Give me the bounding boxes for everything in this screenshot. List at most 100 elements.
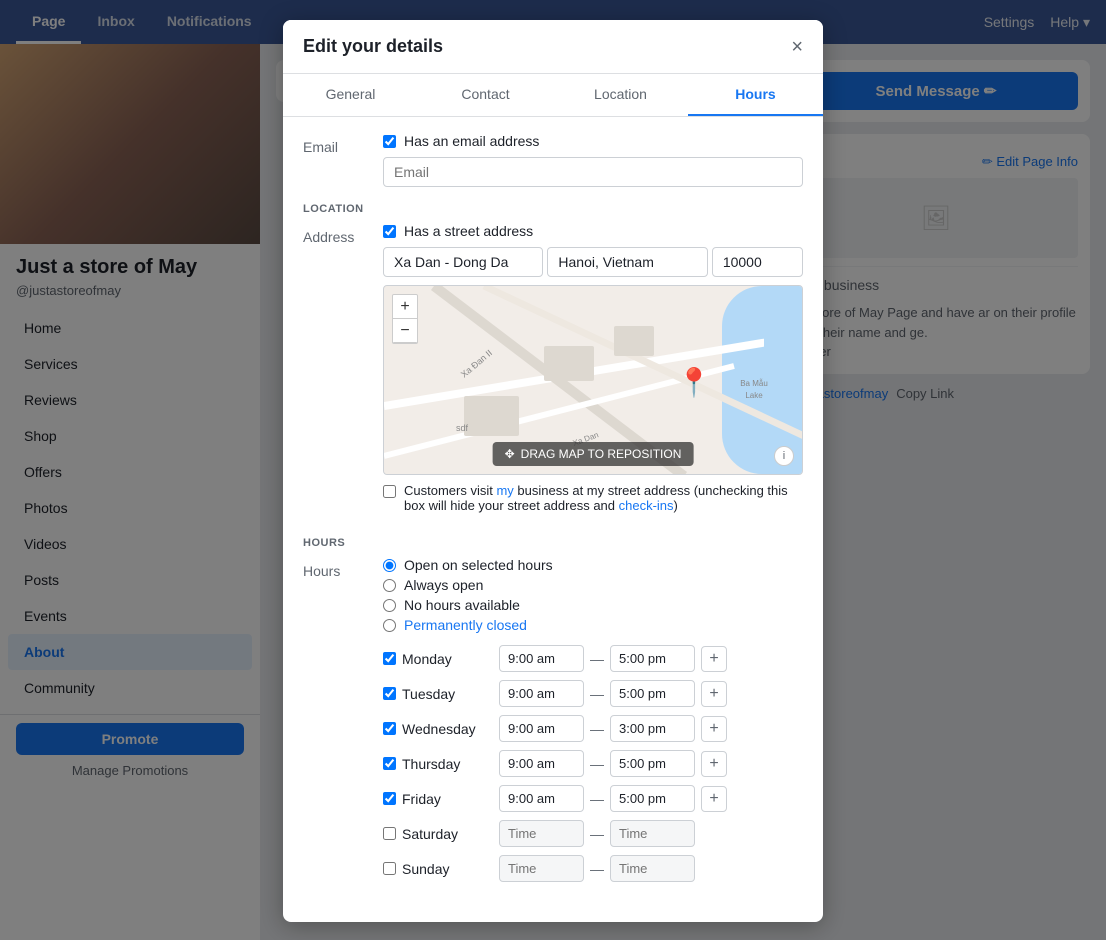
tuesday-open-time[interactable]	[499, 680, 584, 707]
friday-close-time[interactable]	[610, 785, 695, 812]
monday-check: Monday	[383, 651, 493, 667]
friday-check: Friday	[383, 791, 493, 807]
hours-row: Hours Open on selected hours Always open	[303, 557, 803, 890]
wednesday-label[interactable]: Wednesday	[402, 721, 476, 737]
wednesday-check: Wednesday	[383, 721, 493, 737]
option-no-hours: No hours available	[383, 597, 803, 613]
wednesday-open-time[interactable]	[499, 715, 584, 742]
modal-tabs: General Contact Location Hours	[283, 74, 823, 117]
label-perm-closed[interactable]: Permanently closed	[404, 617, 527, 633]
option-perm-closed: Permanently closed	[383, 617, 803, 633]
day-row-sunday: Sunday —	[383, 855, 803, 882]
customers-visit-checkbox[interactable]	[383, 485, 396, 498]
sunday-close-time[interactable]	[610, 855, 695, 882]
day-row-friday: Friday — +	[383, 785, 803, 812]
drag-map-label: ✥ DRAG MAP TO REPOSITION	[493, 442, 694, 466]
map-pin[interactable]: 📍	[677, 366, 712, 399]
modal-body: Email Has an email address LOCATION Addr…	[283, 117, 823, 922]
wednesday-checkbox[interactable]	[383, 722, 396, 735]
tuesday-checkbox[interactable]	[383, 687, 396, 700]
saturday-close-time[interactable]	[610, 820, 695, 847]
day-row-tuesday: Tuesday — +	[383, 680, 803, 707]
modal-title: Edit your details	[303, 36, 443, 57]
monday-open-time[interactable]	[499, 645, 584, 672]
thursday-check: Thursday	[383, 756, 493, 772]
tuesday-add-button[interactable]: +	[701, 681, 727, 707]
wednesday-add-button[interactable]: +	[701, 716, 727, 742]
has-email-label[interactable]: Has an email address	[404, 133, 539, 149]
day-row-thursday: Thursday — +	[383, 750, 803, 777]
map-info-button[interactable]: i	[774, 446, 794, 466]
label-no-hours[interactable]: No hours available	[404, 597, 520, 613]
modal-header: Edit your details ×	[283, 20, 823, 74]
email-input[interactable]	[383, 157, 803, 187]
wednesday-close-time[interactable]	[610, 715, 695, 742]
sunday-checkbox[interactable]	[383, 862, 396, 875]
sunday-open-time[interactable]	[499, 855, 584, 882]
saturday-label[interactable]: Saturday	[402, 826, 458, 842]
tuesday-close-time[interactable]	[610, 680, 695, 707]
radio-perm-closed[interactable]	[383, 619, 396, 632]
edit-details-modal: Edit your details × General Contact Loca…	[283, 20, 823, 922]
sunday-label[interactable]: Sunday	[402, 861, 449, 877]
map-zoom-in-button[interactable]: +	[393, 295, 417, 319]
has-address-checkbox[interactable]	[383, 225, 396, 238]
tab-general[interactable]: General	[283, 74, 418, 116]
tuesday-label[interactable]: Tuesday	[402, 686, 455, 702]
customers-visit-label[interactable]: Customers visit my business at my street…	[404, 483, 803, 513]
modal-close-button[interactable]: ×	[791, 37, 803, 57]
thursday-close-time[interactable]	[610, 750, 695, 777]
address-field-container: Has a street address	[383, 223, 803, 521]
label-always-open[interactable]: Always open	[404, 577, 483, 593]
check-ins-link[interactable]: check-ins	[619, 498, 674, 513]
friday-open-time[interactable]	[499, 785, 584, 812]
friday-checkbox[interactable]	[383, 792, 396, 805]
friday-dash: —	[590, 791, 604, 807]
address-zip-input[interactable]	[712, 247, 803, 277]
map-zoom-out-button[interactable]: −	[393, 319, 417, 343]
map-container[interactable]: Xa Đan II Xa Dan sdf Ba Mẫu Lake Ghế mas…	[383, 285, 803, 475]
radio-no-hours[interactable]	[383, 599, 396, 612]
thursday-open-time[interactable]	[499, 750, 584, 777]
address-fields	[383, 247, 803, 277]
email-row: Email Has an email address	[303, 133, 803, 187]
monday-add-button[interactable]: +	[701, 646, 727, 672]
has-email-checkbox[interactable]	[383, 135, 396, 148]
drag-icon: ✥	[505, 447, 515, 461]
radio-open-selected[interactable]	[383, 559, 396, 572]
friday-label[interactable]: Friday	[402, 791, 441, 807]
tab-hours[interactable]: Hours	[688, 74, 823, 116]
thursday-label[interactable]: Thursday	[402, 756, 460, 772]
tuesday-check: Tuesday	[383, 686, 493, 702]
monday-label[interactable]: Monday	[402, 651, 452, 667]
label-open-selected[interactable]: Open on selected hours	[404, 557, 553, 573]
tab-contact[interactable]: Contact	[418, 74, 553, 116]
address-city-input[interactable]	[547, 247, 707, 277]
svg-text:Lake: Lake	[745, 391, 763, 400]
saturday-check: Saturday	[383, 826, 493, 842]
customers-visit-row: Customers visit my business at my street…	[383, 483, 803, 513]
svg-text:Ba Mẫu: Ba Mẫu	[740, 379, 768, 388]
radio-always-open[interactable]	[383, 579, 396, 592]
location-section-label: LOCATION	[303, 203, 803, 215]
thursday-add-button[interactable]: +	[701, 751, 727, 777]
monday-close-time[interactable]	[610, 645, 695, 672]
friday-add-button[interactable]: +	[701, 786, 727, 812]
hours-field-container: Open on selected hours Always open No ho…	[383, 557, 803, 890]
tab-location[interactable]: Location	[553, 74, 688, 116]
saturday-checkbox[interactable]	[383, 827, 396, 840]
thursday-checkbox[interactable]	[383, 757, 396, 770]
my-link[interactable]: my	[496, 483, 513, 498]
monday-checkbox[interactable]	[383, 652, 396, 665]
has-address-checkbox-row: Has a street address	[383, 223, 803, 239]
has-address-label[interactable]: Has a street address	[404, 223, 533, 239]
tuesday-dash: —	[590, 686, 604, 702]
day-row-wednesday: Wednesday — +	[383, 715, 803, 742]
hours-label: Hours	[303, 557, 383, 579]
svg-text:Xa Đan II: Xa Đan II	[459, 348, 494, 380]
saturday-open-time[interactable]	[499, 820, 584, 847]
address-street-input[interactable]	[383, 247, 543, 277]
email-label: Email	[303, 133, 383, 155]
drag-text: DRAG MAP TO REPOSITION	[521, 447, 682, 461]
thursday-dash: —	[590, 756, 604, 772]
